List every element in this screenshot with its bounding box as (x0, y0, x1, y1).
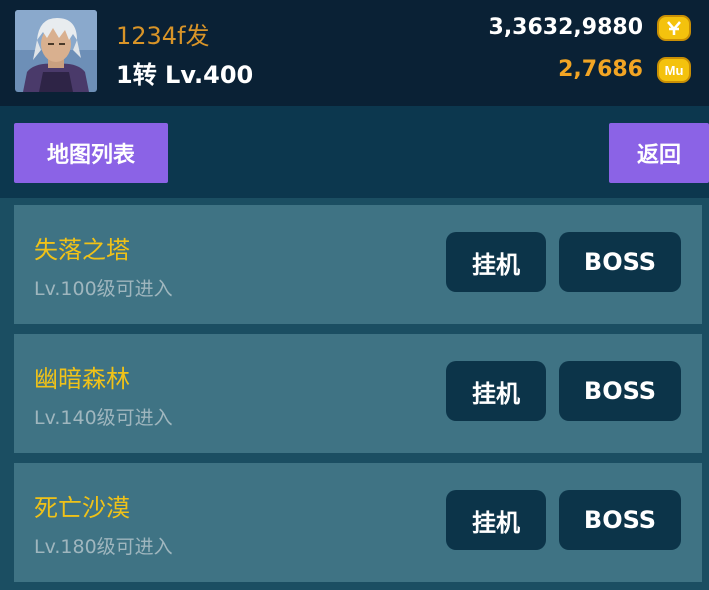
map-row: 幽暗森林 Lv.140级可进入 挂机 BOSS (14, 334, 702, 453)
afk-button[interactable]: 挂机 (446, 232, 546, 292)
map-name: 幽暗森林 (34, 365, 130, 393)
map-list: 失落之塔 Lv.100级可进入 挂机 BOSS 幽暗森林 Lv.140级可进入 … (0, 198, 709, 590)
boss-button[interactable]: BOSS (559, 232, 681, 292)
svg-text:Mu: Mu (665, 63, 684, 78)
player-header: 1234f发 1转 Lv.400 3,3632,9880 2,7686 Mu (0, 0, 709, 106)
gold-coin-icon (657, 15, 691, 41)
player-level: 1转 Lv.400 (116, 61, 254, 89)
boss-button[interactable]: BOSS (559, 361, 681, 421)
map-name: 死亡沙漠 (34, 494, 130, 522)
afk-button[interactable]: 挂机 (446, 361, 546, 421)
player-name: 1234f发 (116, 22, 210, 50)
toolbar: 地图列表 返回 (0, 106, 709, 198)
map-row: 失落之塔 Lv.100级可进入 挂机 BOSS (14, 205, 702, 324)
map-row: 死亡沙漠 Lv.180级可进入 挂机 BOSS (14, 463, 702, 582)
map-requirement: Lv.140级可进入 (34, 407, 173, 429)
gold-amount: 3,3632,9880 (488, 15, 643, 40)
player-avatar[interactable] (15, 10, 97, 92)
map-requirement: Lv.180级可进入 (34, 536, 173, 558)
character-portrait-icon (15, 10, 97, 92)
afk-button[interactable]: 挂机 (446, 490, 546, 550)
map-list-button[interactable]: 地图列表 (14, 123, 168, 183)
back-button[interactable]: 返回 (609, 123, 709, 183)
map-name: 失落之塔 (34, 236, 130, 264)
map-requirement: Lv.100级可进入 (34, 278, 173, 300)
mu-amount: 2,7686 (558, 57, 643, 82)
mu-coin-icon: Mu (657, 57, 691, 83)
boss-button[interactable]: BOSS (559, 490, 681, 550)
